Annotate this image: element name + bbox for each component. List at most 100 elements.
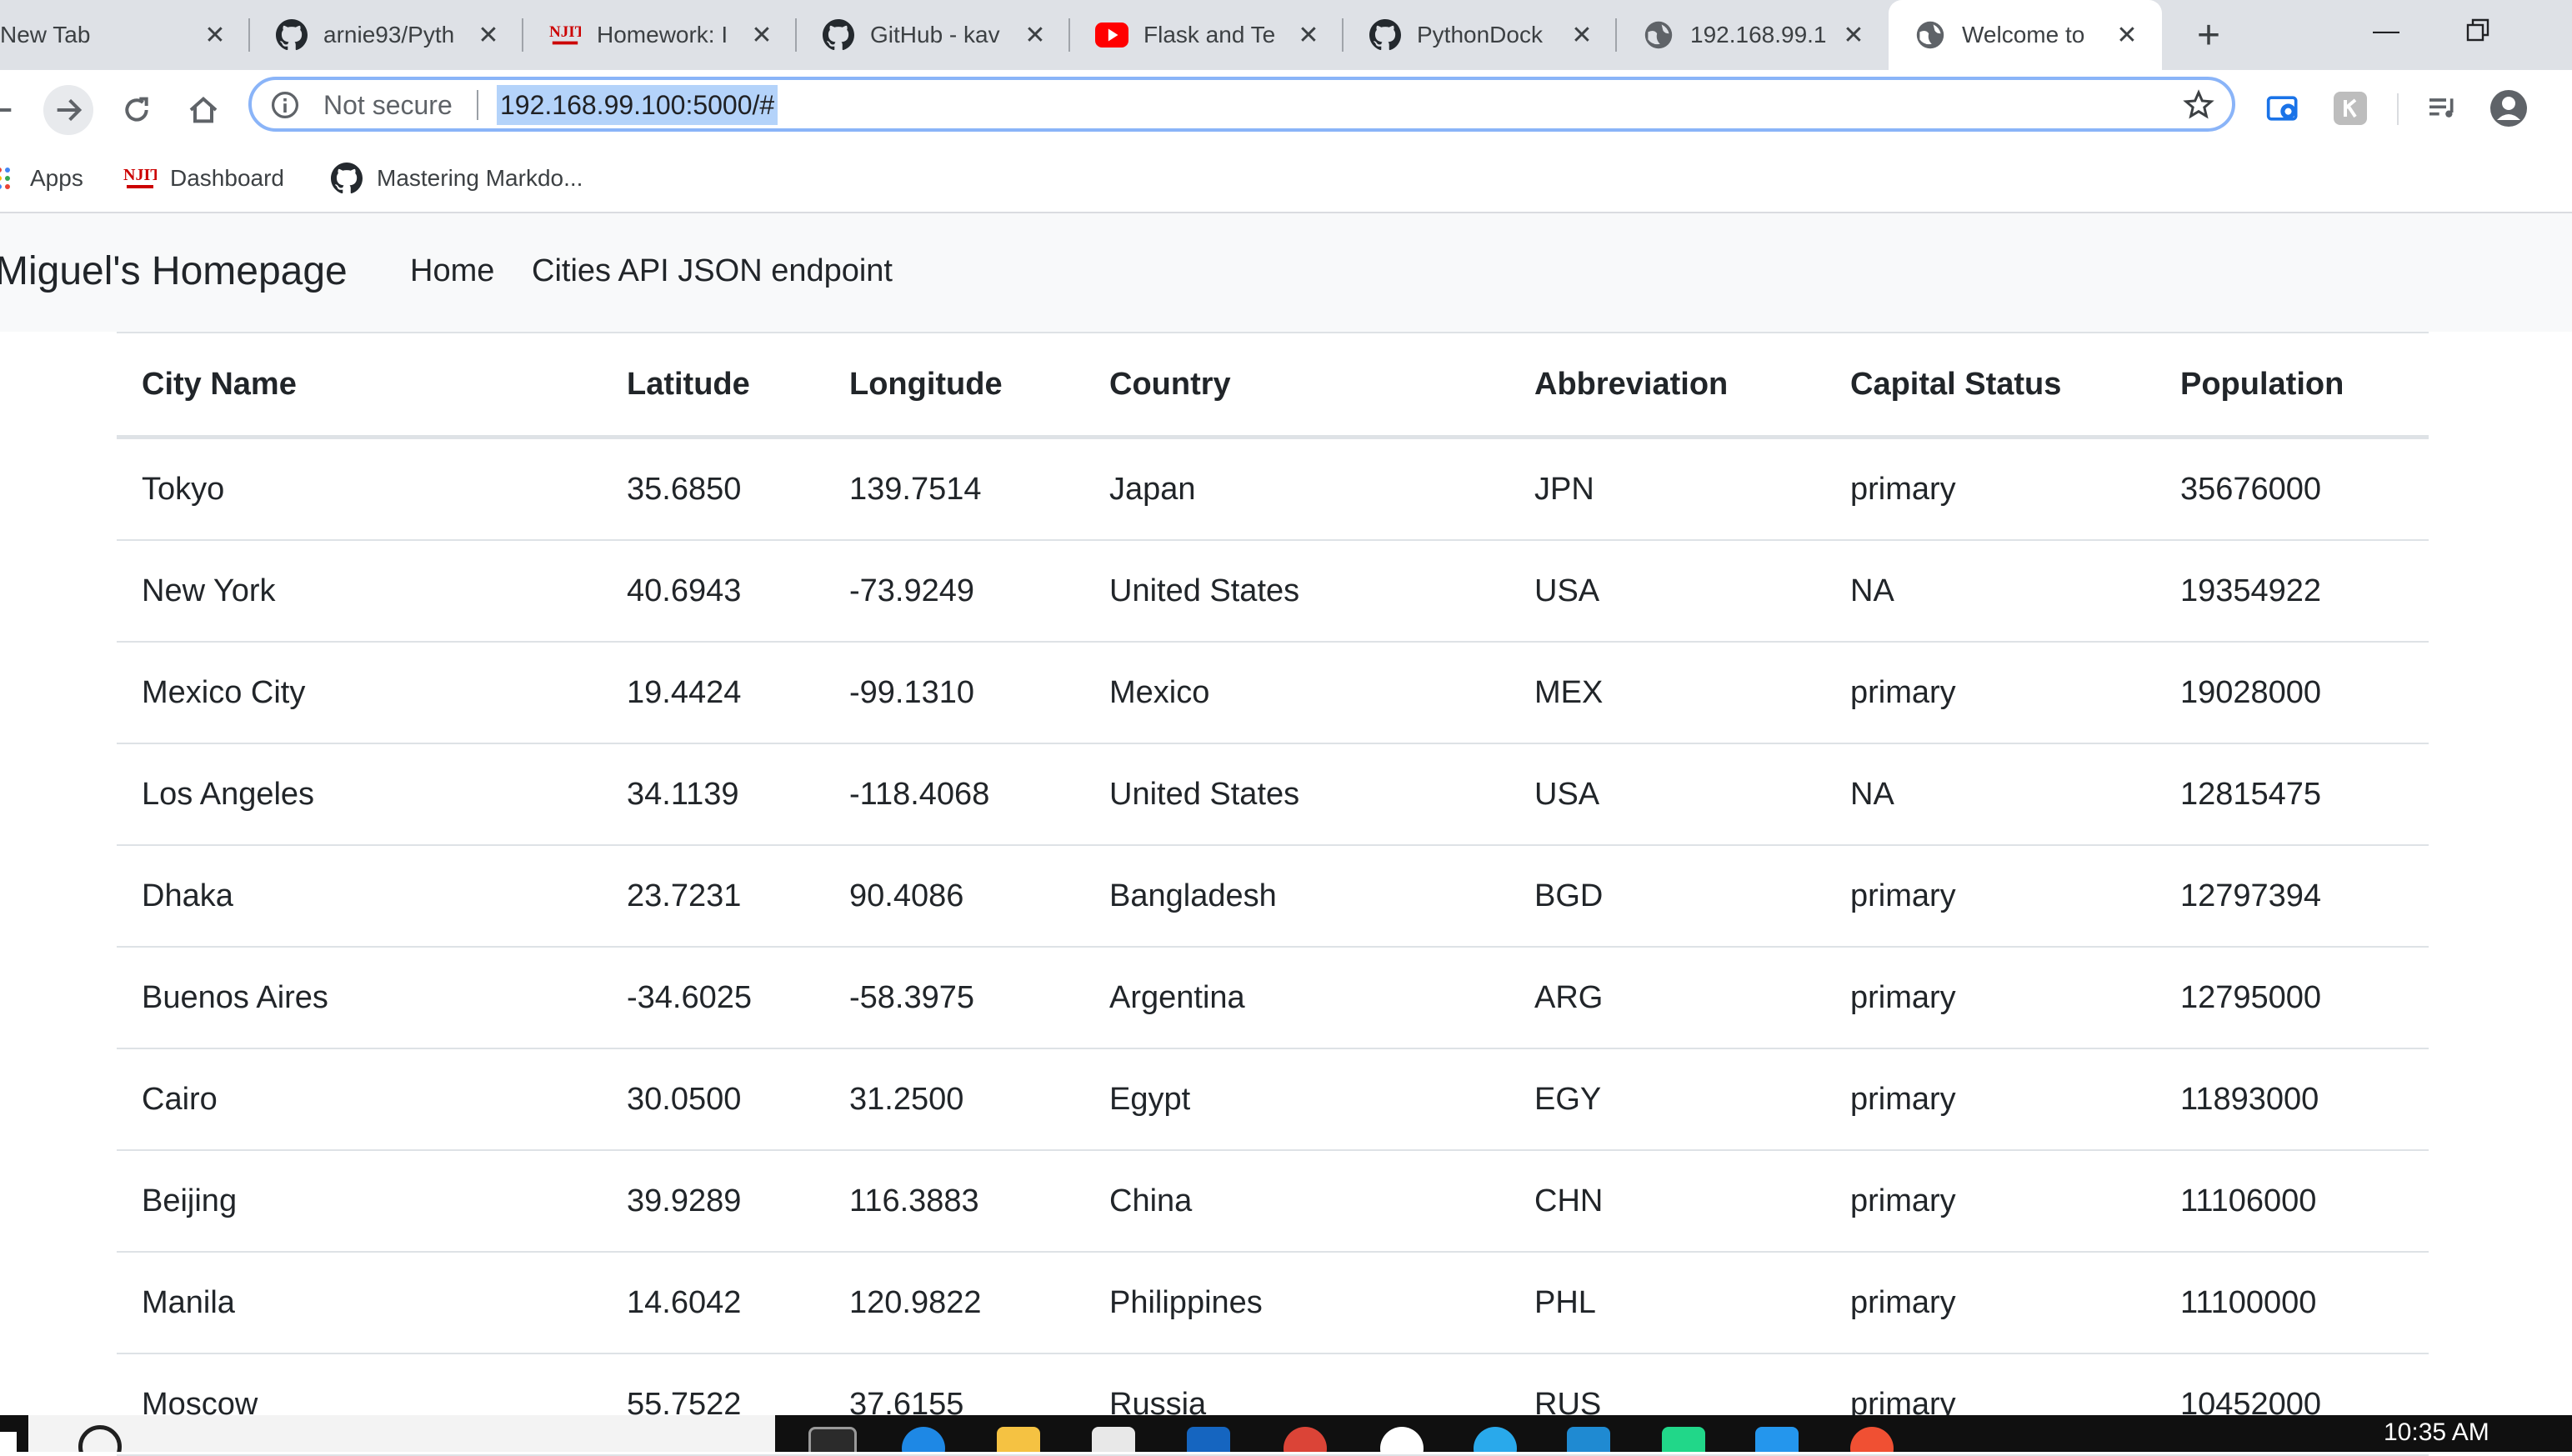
url-text[interactable]: 192.168.99.100:5000/# (497, 85, 778, 125)
tab-title: 192.168.99.1 (1690, 22, 1827, 48)
column-header: Capital Status (1825, 332, 2155, 439)
tab-192-168[interactable]: 192.168.99.1 ✕ (1617, 0, 1889, 70)
bookmark-label: Mastering Markdo... (377, 165, 583, 191)
bookmark-apps[interactable]: Apps (0, 160, 83, 197)
table-cell: USA (1509, 743, 1825, 846)
table-cell: primary (1825, 947, 2155, 1049)
reload-button[interactable] (112, 85, 162, 135)
table-cell: 12795000 (2155, 947, 2429, 1049)
vscode-icon[interactable] (1567, 1427, 1610, 1452)
tab-pythondocker[interactable]: PythonDock ✕ (1344, 0, 1617, 70)
tab-title: GitHub - kav (870, 22, 1000, 48)
github-icon (330, 162, 363, 195)
close-tab-icon[interactable]: ✕ (2112, 20, 2142, 50)
table-body: Tokyo 35.6850 139.7514 Japan JPN primary 35676… (117, 437, 2429, 1456)
site-brand[interactable]: Miguel's Homepage (0, 248, 348, 294)
table-cell: -58.3975 (824, 947, 1084, 1049)
edge-icon[interactable] (902, 1427, 945, 1452)
youtube-icon (1095, 18, 1128, 52)
table-cell: Buenos Aires (117, 947, 602, 1049)
table-cell: 19028000 (2155, 642, 2429, 744)
table-cell: Tokyo (117, 437, 602, 541)
table-cell: primary (1825, 1150, 2155, 1253)
column-header: Latitude (602, 332, 824, 439)
table-cell: Beijing (117, 1150, 602, 1253)
tab-new-tab[interactable]: New Tab ✕ (0, 0, 250, 70)
close-tab-icon[interactable]: ✕ (473, 20, 503, 50)
table-cell: primary (1825, 437, 2155, 541)
bookmark-star-icon[interactable] (2182, 88, 2215, 122)
bookmark-mastering-markdown[interactable]: Mastering Markdo... (330, 160, 583, 197)
restore-icon[interactable] (2432, 0, 2524, 60)
table-cell: 120.9822 (824, 1252, 1084, 1354)
nav-link-cities-api[interactable]: Cities API JSON endpoint (532, 253, 893, 289)
close-tab-icon[interactable]: ✕ (1294, 20, 1324, 50)
chrome-icon[interactable] (1283, 1427, 1327, 1452)
forward-button[interactable] (43, 85, 93, 135)
table-cell: MEX (1509, 642, 1825, 744)
close-tab-icon[interactable]: ✕ (200, 20, 230, 50)
slack-icon[interactable] (1380, 1427, 1424, 1452)
tab-welcome-active[interactable]: Welcome to ✕ (1889, 0, 2162, 70)
close-tab-icon[interactable]: ✕ (1839, 20, 1869, 50)
tab-title: New Tab (0, 22, 91, 48)
new-tab-button[interactable]: + (2184, 10, 2234, 60)
profile-avatar-icon[interactable] (2487, 87, 2530, 130)
tab-flask[interactable]: Flask and Te ✕ (1070, 0, 1344, 70)
tab-github-kav[interactable]: GitHub - kav ✕ (797, 0, 1070, 70)
extension-icon[interactable] (2329, 87, 2372, 130)
tab-title: arnie93/Pyth (323, 22, 455, 48)
tab-title: Flask and Te (1143, 22, 1276, 48)
table-cell: USA (1509, 540, 1825, 643)
start-icon[interactable] (0, 1432, 17, 1452)
home-button[interactable] (178, 85, 228, 135)
screenshot-extension-icon[interactable] (2262, 87, 2305, 130)
table-cell: NA (1825, 540, 2155, 643)
table-cell: 12815475 (2155, 743, 2429, 846)
table-row: Los Angeles 34.1139 -118.4068 United States… (117, 743, 2429, 846)
table-cell: 139.7514 (824, 437, 1084, 541)
media-control-icon[interactable] (2420, 87, 2464, 130)
njit-icon: NJIT (548, 18, 582, 52)
mail-icon[interactable] (1187, 1427, 1230, 1452)
globe-icon (1914, 18, 1947, 52)
tab-title: PythonDock (1417, 22, 1543, 48)
close-tab-icon[interactable]: ✕ (747, 20, 777, 50)
security-label[interactable]: Not secure (323, 90, 453, 120)
telegram-icon[interactable] (1474, 1427, 1517, 1452)
table-cell: 11893000 (2155, 1048, 2429, 1151)
bookmark-label: Apps (30, 165, 83, 191)
docker-icon[interactable] (1755, 1427, 1799, 1452)
table-cell: Los Angeles (117, 743, 602, 846)
nav-link-home[interactable]: Home (410, 253, 494, 289)
task-view-icon[interactable] (808, 1427, 857, 1452)
close-tab-icon[interactable]: ✕ (1567, 20, 1597, 50)
bookmark-dashboard[interactable]: NJIT Dashboard (123, 160, 284, 197)
tab-arnie93[interactable]: arnie93/Pyth ✕ (250, 0, 523, 70)
taskbar-clock[interactable]: 10:35 AM (2384, 1418, 2489, 1447)
info-icon[interactable] (270, 90, 300, 120)
table-cell: 34.1139 (602, 743, 824, 846)
table-cell: primary (1825, 1048, 2155, 1151)
table-cell: EGY (1509, 1048, 1825, 1151)
cities-table: City Name Latitude Longitude Country Abb… (117, 332, 2429, 1456)
table-cell: 11100000 (2155, 1252, 2429, 1354)
tab-homework[interactable]: NJIT Homework: I ✕ (523, 0, 797, 70)
file-explorer-icon[interactable] (997, 1427, 1040, 1452)
table-cell: Dhaka (117, 845, 602, 948)
back-button[interactable] (0, 85, 25, 135)
git-icon[interactable] (1850, 1427, 1894, 1452)
apps-grid-icon (0, 162, 17, 195)
close-tab-icon[interactable]: ✕ (1020, 20, 1050, 50)
taskbar-search[interactable] (28, 1415, 775, 1452)
table-cell: Manila (117, 1252, 602, 1354)
table-cell: primary (1825, 642, 2155, 744)
store-icon[interactable] (1092, 1427, 1135, 1452)
address-bar[interactable]: Not secure 192.168.99.100:5000/# (248, 77, 2235, 132)
table-cell: Bangladesh (1084, 845, 1509, 948)
minimize-icon[interactable]: — (2340, 0, 2432, 60)
pycharm-icon[interactable] (1662, 1427, 1705, 1452)
column-header: Abbreviation (1509, 332, 1825, 439)
github-icon (822, 18, 855, 52)
table-cell: United States (1084, 540, 1509, 643)
